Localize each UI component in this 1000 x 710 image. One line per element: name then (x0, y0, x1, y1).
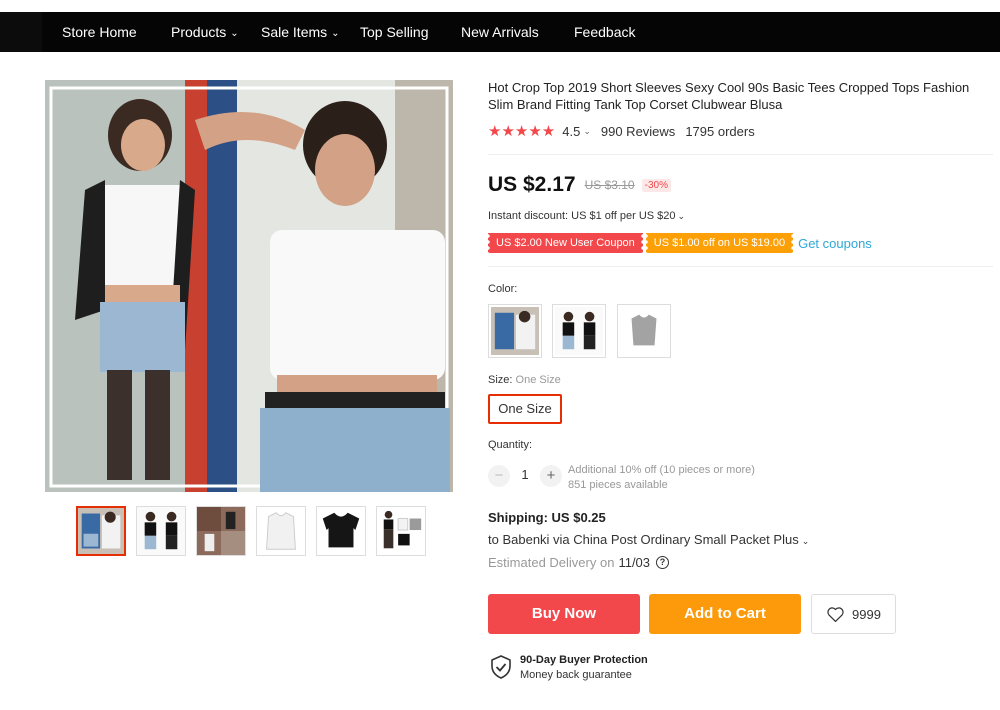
quantity-decrease-button[interactable]: − (488, 465, 510, 487)
get-coupons-link[interactable]: Get coupons (798, 236, 872, 251)
divider (488, 154, 993, 155)
size-label-row: Size: One Size (488, 374, 561, 386)
size-selected-value: One Size (515, 374, 561, 386)
nav-sale-items[interactable]: Sale Items ⌄ (261, 12, 340, 52)
product-photo-illustration (45, 80, 453, 492)
delivery-date: 11/03 (618, 555, 651, 570)
estimated-delivery: Estimated Delivery on 11/03 ? (488, 555, 670, 570)
product-title: Hot Crop Top 2019 Short Sleeves Sexy Coo… (488, 80, 970, 112)
size-option-one-size[interactable]: One Size (488, 394, 562, 424)
chevron-down-icon: ⌄ (801, 536, 810, 546)
instant-discount-text: Instant discount: US $1 off per US $20 (488, 210, 676, 222)
shield-check-icon (491, 655, 511, 679)
original-price: US $3.10 (584, 178, 635, 192)
nav-top-selling[interactable]: Top Selling (360, 12, 429, 52)
color-swatch-3[interactable] (617, 304, 671, 358)
thumbnail-street-image (197, 507, 245, 555)
add-to-cart-button[interactable]: Add to Cart (649, 594, 801, 634)
thumbnail-6[interactable] (376, 506, 426, 556)
chevron-down-icon: ⌄ (677, 211, 686, 221)
store-nav-bar: Store Home Products ⌄ Sale Items ⌄ Top Sel… (0, 12, 1000, 52)
nav-store-home-label: Store Home (62, 24, 137, 40)
instant-discount[interactable]: Instant discount: US $1 off per US $20 ⌄ (488, 210, 685, 222)
nav-top-selling-label: Top Selling (360, 24, 429, 40)
orders-count: 1795 orders (685, 123, 755, 139)
quantity-label: Quantity: (488, 439, 533, 451)
swatch-black-image (555, 307, 603, 355)
price-row: US $2.17 US $3.10 -30% (488, 170, 671, 200)
thumbnail-3[interactable] (196, 506, 246, 556)
swatch-collage-image (491, 307, 539, 355)
buyer-protection-subtitle: Money back guarantee (520, 669, 632, 681)
color-swatch-1[interactable] (488, 304, 542, 358)
thumbnail-2[interactable] (136, 506, 186, 556)
star-rating-icon: ★★★★★ (488, 123, 556, 140)
thumbnail-three-colors-image (377, 507, 425, 555)
reviews-link[interactable]: 990 Reviews (601, 124, 675, 139)
color-label: Color: (488, 283, 518, 295)
chevron-down-icon: ⌄ (230, 28, 239, 39)
thumbnail-white-tee-image (257, 507, 305, 555)
buy-now-button[interactable]: Buy Now (488, 594, 640, 634)
delivery-label: Estimated Delivery on (488, 555, 615, 570)
shipping-method-text: to Babenki via China Post Ordinary Small… (488, 532, 799, 547)
nav-store-home[interactable]: Store Home (62, 12, 137, 52)
nav-feedback[interactable]: Feedback (574, 12, 635, 52)
color-swatch-2[interactable] (552, 304, 606, 358)
swatch-gray-image (620, 307, 668, 355)
store-coupon[interactable]: US $1.00 off on US $19.00 (645, 233, 794, 253)
nav-sale-items-label: Sale Items (261, 24, 328, 40)
chevron-down-icon: ⌄ (331, 28, 340, 39)
thumbnail-4[interactable] (256, 506, 306, 556)
shipping-cost: Shipping: US $0.25 (488, 510, 606, 525)
wishlist-button[interactable]: 9999 (811, 594, 896, 634)
buyer-protection-title: 90-Day Buyer Protection (520, 654, 648, 666)
thumbnail-1[interactable] (76, 506, 126, 556)
quantity-increase-button[interactable]: + (540, 465, 562, 487)
bulk-discount-text: Additional 10% off (10 pieces or more) (568, 464, 755, 476)
shipping-method-selector[interactable]: to Babenki via China Post Ordinary Small… (488, 532, 809, 547)
quantity-value[interactable]: 1 (518, 467, 532, 482)
thumbnail-collage-image (78, 508, 124, 554)
size-label: Size: (488, 374, 513, 386)
wishlist-count: 9999 (852, 606, 881, 622)
chevron-down-icon[interactable]: ⌄ (583, 126, 591, 137)
thumbnail-black-tee-image (317, 507, 365, 555)
divider (488, 266, 993, 267)
current-price: US $2.17 (488, 173, 576, 196)
thumbnail-5[interactable] (316, 506, 366, 556)
thumbnail-models-image (137, 507, 185, 555)
coupon-row: US $2.00 New User Coupon US $1.00 off on… (488, 232, 872, 254)
nav-products-label: Products (171, 24, 227, 40)
quantity-info: Additional 10% off (10 pieces or more) 8… (568, 463, 755, 493)
nav-products[interactable]: Products ⌄ (171, 12, 239, 52)
new-user-coupon[interactable]: US $2.00 New User Coupon (488, 233, 643, 253)
rating-value[interactable]: 4.5 (562, 124, 580, 139)
nav-left-edge (0, 12, 42, 52)
stock-available-text: 851 pieces available (568, 479, 668, 491)
nav-new-arrivals[interactable]: New Arrivals (461, 12, 539, 52)
main-product-image[interactable] (45, 80, 453, 492)
discount-badge: -30% (641, 178, 671, 192)
rating-row: ★★★★★ 4.5 ⌄ 990 Reviews 1795 orders (488, 122, 755, 140)
heart-icon (827, 606, 844, 622)
nav-new-arrivals-label: New Arrivals (461, 24, 539, 40)
nav-feedback-label: Feedback (574, 24, 636, 40)
help-icon[interactable]: ? (656, 556, 670, 569)
